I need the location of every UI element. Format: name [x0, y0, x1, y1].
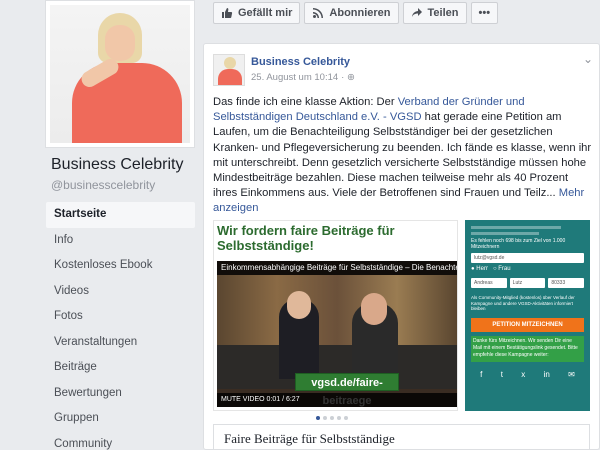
nav-item-beitraege[interactable]: Beiträge [46, 355, 195, 381]
page-nav: Startseite Info Kostenloses Ebook Videos… [46, 202, 195, 450]
share-label: Teilen [427, 7, 459, 19]
petition-thanks-box: Danke fürs Mitzeichnen. Wir senden Dir e… [471, 335, 584, 362]
nav-item-community[interactable]: Community [46, 432, 195, 450]
petition-share-icons: f t x in ✉ [471, 370, 584, 379]
facebook-icon[interactable]: f [480, 370, 482, 379]
nav-item-gruppen[interactable]: Gruppen [46, 406, 195, 432]
nav-item-videos[interactable]: Videos [46, 279, 195, 305]
nav-item-fotos[interactable]: Fotos [46, 304, 195, 330]
zip-input[interactable]: 80333 [548, 278, 585, 288]
share-arrow-icon [411, 7, 423, 19]
radio-herr-label: Herr [476, 266, 488, 272]
post-card: Business Celebrity 25. August um 10:14 ·… [203, 43, 600, 450]
nav-item-bewertungen[interactable]: Bewertungen [46, 381, 195, 407]
like-label: Gefällt mir [238, 7, 293, 19]
nav-item-info[interactable]: Info [46, 228, 195, 254]
thumbs-up-icon [221, 7, 233, 19]
petition-counter: Es fehlen noch 698 bis zum Ziel von 1.00… [471, 238, 566, 250]
more-dots-icon: ••• [478, 7, 491, 19]
like-button[interactable]: Gefällt mir [213, 2, 301, 24]
page-name[interactable]: Business Celebrity [51, 156, 184, 174]
carousel-dots[interactable] [316, 416, 348, 420]
petition-submit-button[interactable]: PETITION MITZEICHNEN [471, 317, 584, 332]
twitter-icon[interactable]: t [501, 370, 503, 379]
last-name-input[interactable]: Lutz [509, 278, 546, 288]
video-controls[interactable]: MUTE VIDEO 0:01 / 6:27 [217, 393, 457, 407]
nav-item-startseite[interactable]: Startseite [46, 202, 195, 228]
profile-photo [50, 5, 190, 143]
globe-icon: · ⊕ [341, 72, 355, 83]
post-text-body: hat gerade eine Petition am Laufen, um d… [213, 111, 592, 200]
nav-item-veranstaltungen[interactable]: Veranstaltungen [46, 330, 195, 356]
post-author[interactable]: Business Celebrity [251, 56, 350, 68]
video-title: Einkommensabhängige Beiträge für Selbsts… [217, 261, 457, 275]
share-button[interactable]: Teilen [402, 2, 467, 24]
post-timestamp[interactable]: 25. August um 10:14 [251, 72, 338, 83]
name-row: Andreas Lutz 80333 [471, 275, 585, 291]
salutation-radios[interactable]: ● Herr ○ Frau [471, 266, 584, 272]
media-left-panel: Wir fordern faire Beiträge für Selbststä… [213, 220, 458, 411]
petition-email-input[interactable]: lutz@vgsd.de [471, 253, 584, 263]
radio-frau-label: Frau [498, 266, 511, 272]
subscribe-button[interactable]: Abonnieren [304, 2, 399, 24]
video-url-overlay: vgsd.de/faire-beitraege [295, 373, 399, 407]
post-author-avatar[interactable] [213, 54, 245, 86]
left-column: Business Celebrity @businesscelebrity St… [0, 0, 200, 450]
post-media[interactable]: Wir fordern faire Beiträge für Selbststä… [213, 220, 590, 411]
petition-form-panel: Es fehlen noch 698 bis zum Ziel von 1.00… [465, 220, 590, 411]
post-text-intro: Das finde ich eine klasse Aktion: Der [213, 96, 398, 108]
post-options-chevron-icon[interactable]: ⌄ [583, 52, 593, 66]
profile-picture[interactable] [45, 0, 195, 148]
media-headline: Wir fordern faire Beiträge für Selbststä… [217, 223, 395, 253]
subscribe-label: Abonnieren [329, 7, 391, 19]
xing-icon[interactable]: x [521, 370, 525, 379]
email-icon[interactable]: ✉ [568, 370, 575, 379]
consent-checkbox-label[interactable]: Als Community-Mitglied (kostenlos) über … [471, 295, 584, 312]
attachment-caption[interactable]: Faire Beiträge für Selbstständige [213, 424, 590, 449]
more-button[interactable]: ••• [470, 2, 499, 24]
linkedin-icon[interactable]: in [544, 370, 550, 379]
page-action-bar: Gefällt mir Abonnieren Teilen ••• [213, 2, 499, 24]
post-meta: 25. August um 10:14 · ⊕ [251, 72, 355, 83]
post-text: Das finde ich eine klasse Aktion: Der Ve… [213, 95, 595, 217]
video-player[interactable]: Einkommensabhängige Beiträge für Selbsts… [217, 261, 457, 407]
first-name-input[interactable]: Andreas [471, 278, 507, 288]
rss-icon [312, 7, 324, 19]
page-handle: @businesscelebrity [51, 178, 156, 192]
nav-item-ebook[interactable]: Kostenloses Ebook [46, 253, 195, 279]
